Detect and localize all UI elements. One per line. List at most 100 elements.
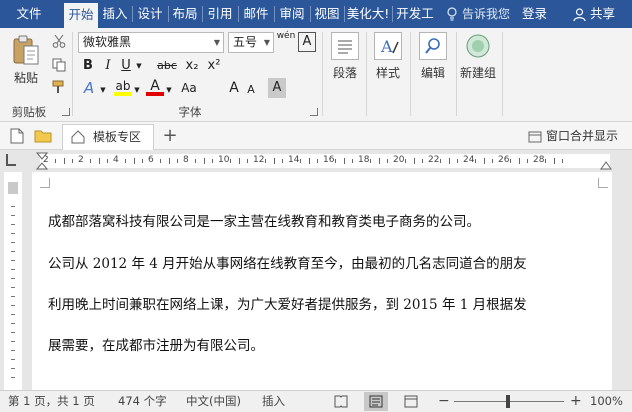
paragraph-2-line-3[interactable]: 展需要，在成都市注册为有限公司。 (48, 334, 264, 354)
zoom-out-button[interactable]: − (438, 391, 450, 412)
ruler-tick (72, 159, 74, 163)
ruler-tick (343, 158, 345, 164)
character-border-button[interactable]: A (298, 32, 316, 52)
ruler-strip: 2 2 4 6 8 10 12 14 16 18 20 22 24 26 28 (40, 154, 610, 168)
tab-stop-icon[interactable] (6, 154, 16, 166)
new-document-icon[interactable] (10, 128, 24, 144)
group-divider (410, 32, 411, 116)
zoom-slider-handle[interactable] (506, 395, 510, 408)
font-name-select[interactable]: 微软雅黑 ▼ (78, 32, 224, 53)
paragraph-2-line-2[interactable]: 利用晚上时间兼职在网络上课，为广大爱好者提供服务，到 2015 年 1 月根据发 (48, 293, 527, 313)
font-launcher-icon[interactable] (310, 108, 318, 116)
share-button[interactable]: 共享 (556, 0, 632, 28)
zoom-level[interactable]: 100% (590, 391, 623, 412)
document-page[interactable]: 成都部落窝科技有限公司是一家主营在线教育和教育类电子商务的公司。 公司从 201… (32, 172, 612, 390)
language[interactable]: 中文(中国) (186, 391, 241, 412)
tab-review[interactable]: 审阅 (276, 0, 308, 28)
folder-icon[interactable] (34, 129, 52, 143)
clipboard-group-label: 剪贴板 (11, 105, 47, 119)
paste-button[interactable]: 粘贴 (8, 34, 44, 86)
underline-button[interactable]: U (118, 56, 134, 76)
tab-file[interactable]: 文件 (6, 0, 52, 28)
tab-template-zone[interactable]: 模板专区 (62, 124, 154, 150)
styles-label: 样式 (375, 66, 400, 80)
right-indent-icon[interactable] (600, 158, 612, 170)
cut-icon[interactable] (52, 34, 66, 48)
ruler-tick (238, 158, 240, 164)
superscript-button[interactable]: x² (204, 56, 224, 76)
bold-button[interactable]: B (80, 56, 96, 76)
font-size-value: 五号 (233, 35, 258, 49)
shrink-font-button[interactable]: A (244, 80, 258, 100)
group-divider (456, 32, 457, 116)
tab-home[interactable]: 开始 (64, 3, 98, 28)
phonetic-guide-button[interactable]: wén (276, 30, 296, 50)
ruler-tick (63, 158, 65, 164)
indent-marker-icon[interactable] (36, 152, 48, 172)
tab-developer[interactable]: 开发工 (394, 0, 436, 28)
group-divider (366, 32, 367, 116)
print-layout-button[interactable] (364, 392, 388, 411)
read-mode-icon[interactable] (334, 395, 348, 408)
tab-beautify[interactable]: 美化大! (346, 0, 390, 28)
strikethrough-button[interactable]: abc (156, 56, 178, 76)
subscript-button[interactable]: x₂ (182, 56, 202, 76)
paragraph-2-line-1[interactable]: 公司从 2012 年 4 月开始从事网络在线教育至今，由最初的几名志同道合的朋友 (48, 252, 527, 272)
tab-mailings[interactable]: 邮件 (240, 0, 272, 28)
chevron-down-icon[interactable]: ▼ (166, 84, 172, 104)
tab-insert[interactable]: 插入 (100, 0, 130, 28)
chevron-down-icon[interactable]: ▼ (134, 84, 140, 104)
font-name-value: 微软雅黑 (83, 35, 132, 49)
status-bar: 第 1 页，共 1 页 474 个字 中文(中国) 插入 − + 100% (0, 390, 632, 412)
page-count[interactable]: 第 1 页，共 1 页 (8, 391, 95, 412)
login-button[interactable]: 登录 (522, 0, 547, 28)
ruler-tick (553, 158, 555, 164)
tab-references[interactable]: 引用 (204, 0, 236, 28)
paragraph-1[interactable]: 成都部落窝科技有限公司是一家主营在线教育和教育类电子商务的公司。 (48, 210, 480, 230)
clipboard-launcher-icon[interactable] (62, 108, 70, 116)
format-painter-icon[interactable] (52, 80, 66, 94)
character-border-label: A (302, 34, 312, 49)
ruler-number: 10 (218, 155, 230, 165)
horizontal-ruler[interactable]: 2 2 4 6 8 10 12 14 16 18 20 22 24 26 28 (0, 150, 632, 172)
web-layout-icon[interactable] (404, 395, 418, 408)
chevron-down-icon[interactable]: ▼ (100, 84, 106, 104)
ruler-tick (11, 350, 15, 351)
new-group-button[interactable]: 新建组 (458, 32, 498, 81)
font-group-label: 字体 (178, 105, 202, 119)
top-margin-marker (8, 182, 18, 194)
tell-me-search[interactable]: 告诉我您 (446, 0, 510, 28)
chevron-down-icon[interactable]: ▼ (136, 59, 142, 79)
tab-design[interactable]: 设计 (134, 0, 166, 28)
text-effects-button[interactable]: A (80, 78, 98, 98)
group-divider (72, 32, 73, 116)
phonetic-guide-label: wén (276, 31, 296, 41)
zoom-in-button[interactable]: + (570, 391, 582, 412)
tab-view[interactable]: 视图 (312, 0, 342, 28)
highlight-button[interactable]: ab (114, 76, 132, 96)
ruler-number: 24 (463, 155, 475, 165)
ruler-number: 8 (183, 155, 189, 165)
ruler-tick (11, 287, 15, 288)
window-merge-button[interactable]: 窗口合并显示 (528, 122, 618, 150)
ruler-tick (352, 159, 354, 163)
font-size-select[interactable]: 五号 ▼ (228, 32, 274, 53)
ruler-tick (273, 158, 275, 164)
ribbon: 粘贴 剪贴板 微软雅黑 ▼ 五号 ▼ wén A B I U ▼ abc x₂ x²… (0, 28, 632, 122)
ruler-tick (11, 206, 15, 207)
editing-button[interactable]: 编辑 (414, 32, 452, 81)
grow-font-button[interactable]: A (226, 78, 242, 98)
italic-button[interactable]: I (100, 56, 116, 76)
paragraph-button[interactable]: 段落 (328, 32, 362, 81)
font-color-button[interactable]: A (146, 76, 164, 96)
add-tab-button[interactable]: + (160, 125, 180, 147)
vertical-ruler[interactable] (4, 172, 22, 390)
insert-mode[interactable]: 插入 (262, 391, 285, 412)
character-shading-button[interactable]: A (268, 78, 286, 98)
change-case-button[interactable]: Aa (178, 78, 200, 98)
word-count[interactable]: 474 个字 (118, 391, 167, 412)
ruler-tick (527, 159, 529, 163)
copy-icon[interactable] (52, 58, 66, 72)
tab-layout[interactable]: 布局 (170, 0, 200, 28)
styles-button[interactable]: A 样式 (370, 32, 406, 81)
